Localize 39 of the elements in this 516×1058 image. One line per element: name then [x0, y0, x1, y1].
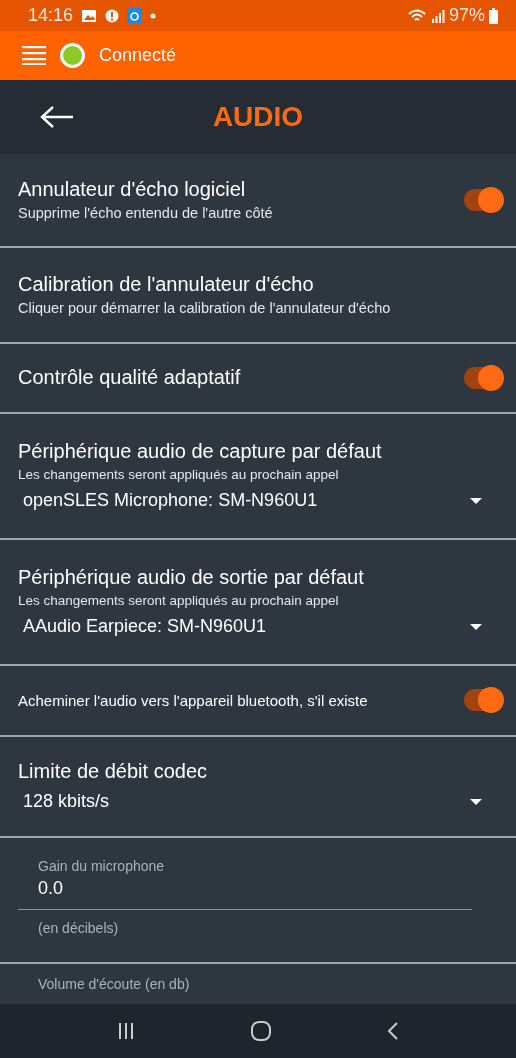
app-notification-icon: [127, 8, 143, 24]
toggle-switch[interactable]: [464, 188, 502, 211]
setting-title: Calibration de l'annulateur d'écho: [18, 273, 315, 297]
setting-title: Limite de débit codec: [18, 760, 208, 784]
toggle-switch[interactable]: [464, 366, 502, 389]
home-icon[interactable]: [250, 1019, 272, 1042]
menu-icon[interactable]: [22, 45, 46, 66]
input-field[interactable]: Gain du microphone 0.0: [18, 857, 472, 910]
dot-icon: [150, 12, 157, 19]
dropdown[interactable]: openSLES Microphone: SM-N960U1: [18, 486, 502, 512]
setting-title: Périphérique audio de capture par défaut: [18, 440, 383, 464]
helper-text: (en décibels): [37, 918, 120, 936]
setting-title: Périphérique audio de sortie par défaut: [18, 566, 365, 590]
setting-title: Contrôle qualité adaptatif: [18, 366, 242, 390]
signal-icon: [430, 8, 445, 23]
alert-notification-icon: [105, 8, 120, 23]
connection-status: Connecté: [99, 44, 177, 66]
image-notification-icon: [81, 8, 98, 23]
recent-apps-icon[interactable]: [117, 1021, 136, 1040]
battery-percentage: 97%: [448, 5, 485, 27]
dropdown[interactable]: AAudio Earpiece: SM-N960U1: [18, 612, 502, 638]
page-title: AUDIO: [212, 100, 304, 133]
setting-description: Supprime l'écho entendu de l'autre côté: [18, 205, 274, 222]
back-icon[interactable]: [386, 1020, 399, 1041]
setting-title: Annulateur d'écho logiciel: [18, 178, 247, 202]
setting-description: Cliquer pour démarrer la calibration de l'annulateur d'écho: [18, 300, 392, 317]
back-arrow-icon[interactable]: [40, 104, 74, 129]
setting-item[interactable]: Calibration de l'annulateur d'écho Cliquer pour démarrer la calibration de l'annulateur d'écho: [0, 247, 516, 344]
toggle-switch[interactable]: [464, 689, 502, 712]
dropdown-caret-icon: [470, 497, 482, 504]
battery-icon: [489, 7, 498, 24]
setting-description: Les changements seront appliqués au prochain appel: [18, 593, 340, 609]
field-label: Volume d'écoute (en db): [38, 975, 190, 992]
setting-title: Acheminer l'audio vers l'appareil bluetooth, s'il existe: [18, 691, 369, 709]
status-time: 14:16: [28, 5, 74, 27]
dropdown-caret-icon: [470, 623, 482, 630]
dropdown[interactable]: 128 kbits/s: [18, 787, 502, 813]
dropdown-caret-icon: [470, 798, 482, 805]
setting-description: Les changements seront appliqués au prochain appel: [18, 467, 340, 483]
